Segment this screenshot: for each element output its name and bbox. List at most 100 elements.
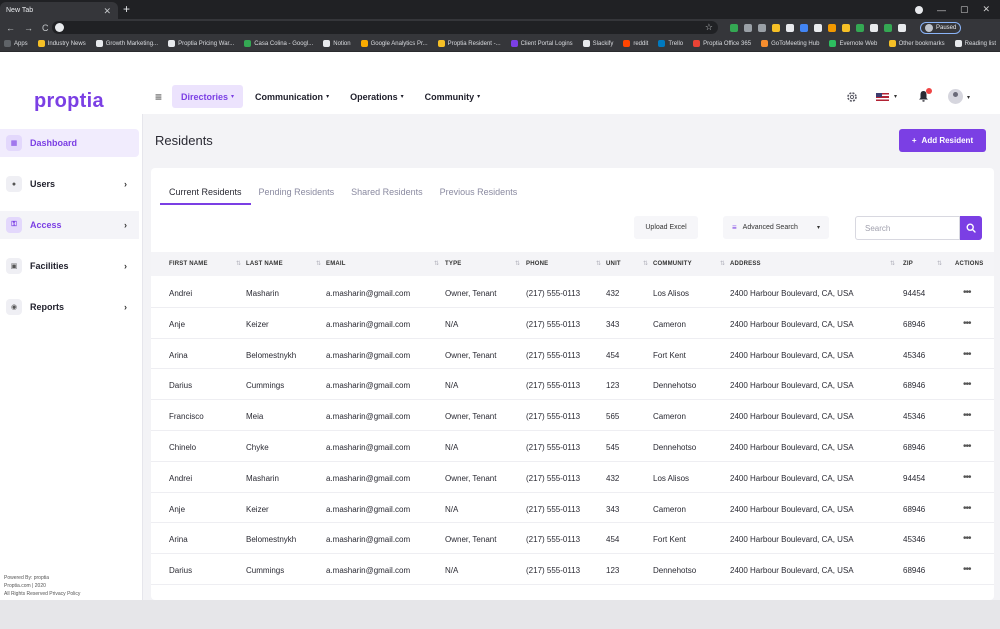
sort-icon[interactable]: ⇅	[720, 260, 725, 267]
bookmark-item[interactable]: Industry News	[37, 40, 86, 47]
extension-icon[interactable]	[786, 23, 794, 32]
extension-icon[interactable]	[744, 23, 752, 32]
column-header[interactable]: ACTIONS	[955, 261, 983, 267]
extension-icon[interactable]	[870, 23, 878, 32]
browser-tab[interactable]: New Tab ✕	[0, 2, 118, 19]
bookmark-item[interactable]: Slackify	[582, 40, 613, 47]
table-row[interactable]: Arina Belomestnykh a.masharin@gmail.com Own…	[151, 339, 994, 370]
bookmark-item[interactable]: Proptia Resident -...	[437, 40, 501, 47]
table-row[interactable]: Darius Cummings a.masharin@gmail.com N/A (21…	[151, 369, 994, 401]
column-header[interactable]: PHONE	[526, 261, 548, 267]
bookmark-item[interactable]: GoToMeeting Hub	[761, 40, 819, 47]
topnav-communication[interactable]: Communication ▾	[246, 85, 338, 108]
minimize-icon[interactable]: —	[937, 5, 946, 15]
column-header[interactable]: FIRST NAME	[169, 261, 208, 267]
back-icon[interactable]: ←	[6, 23, 15, 33]
close-tab-icon[interactable]: ✕	[103, 6, 111, 17]
column-header[interactable]: ADDRESS	[730, 261, 761, 267]
column-header[interactable]: EMAIL	[326, 261, 346, 267]
bookmark-item[interactable]: Proptia Office 365	[693, 40, 751, 47]
extension-icon[interactable]	[772, 23, 780, 32]
sort-icon[interactable]: ⇅	[434, 260, 439, 267]
bookmark-item[interactable]: Trello	[658, 40, 683, 47]
more-actions-icon[interactable]: •••	[963, 379, 971, 390]
sidebar-item-access[interactable]: ⚿ Access ›	[0, 211, 139, 239]
sort-icon[interactable]: ⇅	[890, 260, 895, 267]
forward-icon[interactable]: →	[24, 23, 33, 33]
tab-pending-residents[interactable]: Pending Residents	[259, 183, 335, 205]
upload-excel-button[interactable]: Upload Excel	[634, 216, 698, 239]
bookmark-item[interactable]: Notion	[323, 40, 351, 47]
table-row[interactable]: Anje Keizer a.masharin@gmail.com N/A (217) 5…	[151, 308, 994, 339]
sidebar-item-facilities[interactable]: ▣ Facilities ›	[0, 252, 139, 280]
maximize-icon[interactable]: ▢	[960, 4, 969, 15]
bookmark-item[interactable]: Reading list	[954, 40, 996, 47]
proptia-logo[interactable]: proptia	[34, 90, 104, 113]
puzzle-icon[interactable]	[898, 23, 906, 32]
close-window-icon[interactable]: ✕	[982, 4, 990, 15]
extension-icon[interactable]	[730, 23, 738, 32]
sort-icon[interactable]: ⇅	[515, 260, 520, 267]
table-row[interactable]: Francisco Meia a.masharin@gmail.com Owner, …	[151, 400, 994, 431]
sort-icon[interactable]: ⇅	[643, 260, 648, 267]
topnav-community[interactable]: Community ▾	[416, 85, 490, 108]
reload-icon[interactable]: C	[42, 23, 49, 33]
sort-icon[interactable]: ⇅	[937, 260, 942, 267]
bookmark-item[interactable]: Apps	[4, 40, 28, 47]
more-actions-icon[interactable]: •••	[963, 503, 971, 514]
gear-icon[interactable]	[846, 91, 858, 103]
more-actions-icon[interactable]: •••	[963, 410, 971, 421]
bookmark-item[interactable]: Client Portal Logins	[510, 40, 573, 47]
advanced-search-button[interactable]: ≡ Advanced Search ▾	[723, 216, 829, 239]
more-actions-icon[interactable]: •••	[963, 318, 971, 329]
profile-icon[interactable]	[914, 5, 923, 14]
search-input[interactable]	[855, 216, 960, 240]
column-header[interactable]: UNIT	[606, 261, 621, 267]
us-flag-icon[interactable]	[876, 93, 889, 101]
sidebar-item-reports[interactable]: ◉ Reports ›	[0, 293, 139, 321]
more-actions-icon[interactable]: •••	[963, 349, 971, 360]
extension-icon[interactable]	[814, 23, 822, 32]
table-row[interactable]: Andrei Masharin a.masharin@gmail.com Owner,…	[151, 277, 994, 308]
bookmark-item[interactable]: Google Analytics Pr...	[360, 40, 428, 47]
bookmark-item[interactable]: Growth Marketing...	[95, 40, 158, 47]
tab-current-residents[interactable]: Current Residents	[160, 183, 251, 205]
table-row[interactable]: Andrei Masharin a.masharin@gmail.com Owner,…	[151, 462, 994, 493]
bookmark-item[interactable]: Proptia Pricing War...	[168, 40, 234, 47]
table-row[interactable]: Anje Keizer a.masharin@gmail.com N/A (217) 5…	[151, 493, 994, 524]
sidebar-item-users[interactable]: ● Users ›	[0, 170, 139, 198]
more-actions-icon[interactable]: •••	[963, 533, 971, 544]
more-actions-icon[interactable]: •••	[963, 564, 971, 575]
avatar[interactable]	[948, 89, 963, 104]
new-tab-icon[interactable]: +	[123, 2, 130, 16]
sidebar-item-dashboard[interactable]: ▦ Dashboard	[0, 129, 139, 157]
column-header[interactable]: ZIP	[903, 261, 913, 267]
extension-icon[interactable]	[758, 23, 766, 32]
column-header[interactable]: TYPE	[445, 261, 461, 267]
chevron-down-icon[interactable]: ▾	[894, 93, 897, 100]
sort-icon[interactable]: ⇅	[596, 260, 601, 267]
topnav-operations[interactable]: Operations ▾	[341, 85, 413, 108]
sort-icon[interactable]: ⇅	[316, 260, 321, 267]
more-actions-icon[interactable]: •••	[963, 287, 971, 298]
bookmark-item[interactable]: reddit	[623, 40, 648, 47]
extension-icon[interactable]	[842, 23, 850, 32]
profile-paused-chip[interactable]: Paused	[920, 21, 962, 34]
sort-icon[interactable]: ⇅	[236, 260, 241, 267]
search-button[interactable]	[960, 216, 982, 240]
chevron-down-icon[interactable]: ▾	[967, 94, 970, 101]
bookmark-item[interactable]: Evernote Web	[829, 40, 877, 47]
extension-icon[interactable]	[828, 23, 836, 32]
tab-previous-residents[interactable]: Previous Residents	[440, 183, 518, 205]
add-resident-button[interactable]: + Add Resident	[899, 129, 986, 152]
topnav-directories[interactable]: Directories ▾	[172, 85, 244, 108]
bookmark-item[interactable]: Other bookmarks	[888, 40, 945, 47]
address-bar[interactable]: ☆	[52, 21, 718, 34]
footer-line[interactable]: All Rights Reserved Privacy Policy	[4, 590, 80, 598]
more-actions-icon[interactable]: •••	[963, 472, 971, 483]
menu-icon[interactable]: ≡	[155, 90, 162, 104]
more-actions-icon[interactable]: •••	[963, 441, 971, 452]
extension-icon[interactable]	[856, 23, 864, 32]
table-row[interactable]: Arina Belomestnykh a.masharin@gmail.com Own…	[151, 523, 994, 555]
extension-icon[interactable]	[800, 23, 808, 32]
